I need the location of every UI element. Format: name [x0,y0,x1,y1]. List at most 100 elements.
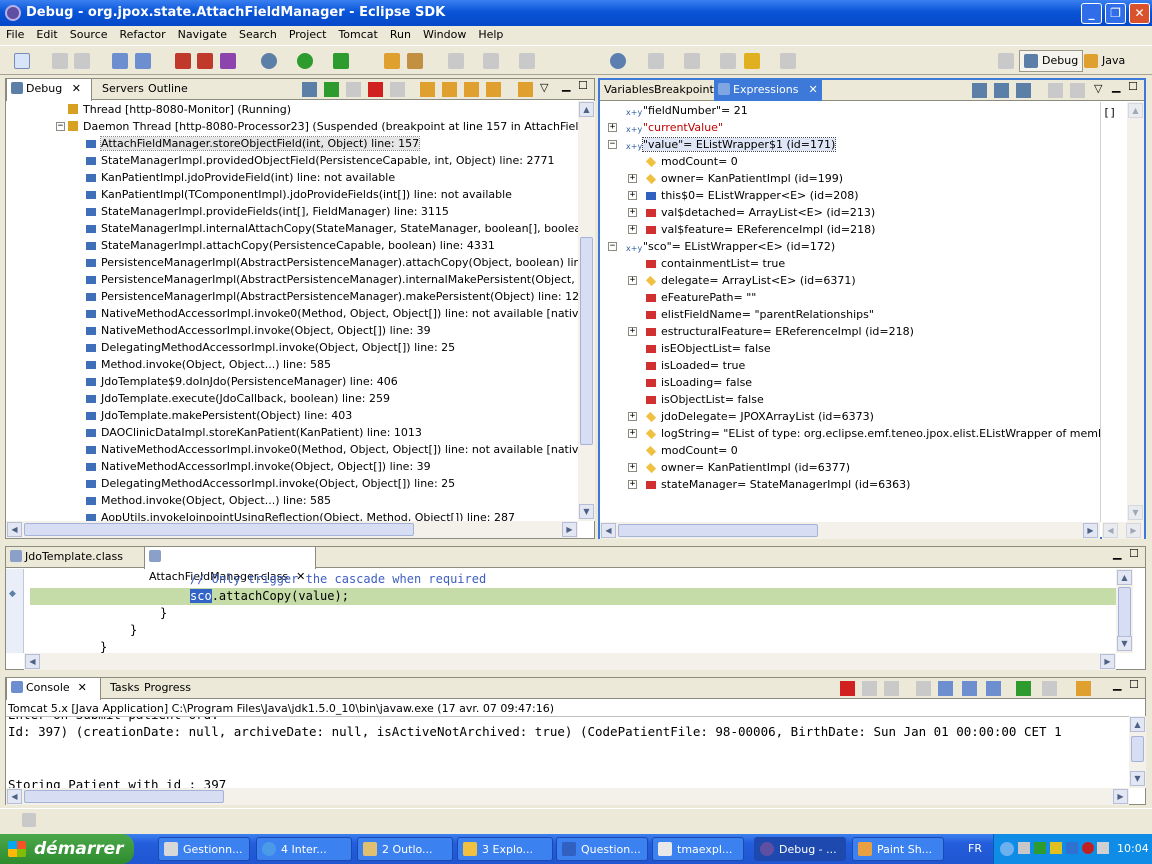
task-debug[interactable]: Debug - ... [754,837,846,861]
menu-search[interactable]: Search [233,26,283,44]
stack-frame[interactable]: Method.invoke(Object, Object...) line: 5… [86,356,331,373]
expand-icon[interactable]: + [628,412,637,421]
menu-navigate[interactable]: Navigate [172,26,233,44]
stack-frame[interactable]: NativeMethodAccessorImpl.invoke0(Method,… [86,441,578,458]
variable-row[interactable]: val$detached= ArrayList<E> (id=213) [646,204,875,221]
expand-icon[interactable]: + [628,276,637,285]
breakpoint-marker-icon[interactable]: ◆ [9,589,16,599]
variable-row[interactable]: isObjectList= false [646,391,764,408]
scroll-right-icon[interactable]: ▶ [1113,789,1128,804]
resume-icon[interactable] [324,82,339,97]
show-stderr-icon[interactable] [986,681,1001,696]
detail-horizontal-scrollbar[interactable]: ◀ ▶ [1102,522,1144,539]
expressions-horizontal-scrollbar[interactable]: ◀ ▶ [600,522,1100,539]
expand-icon[interactable]: + [628,225,637,234]
expand-icon[interactable]: + [628,480,637,489]
search-icon[interactable] [407,53,423,69]
variable-row[interactable]: isLoading= false [646,374,752,391]
watch-expression[interactable]: x+y"currentValue" [626,119,723,136]
display-console-icon[interactable] [1042,681,1057,696]
close-tab-icon[interactable]: ✕ [72,82,81,95]
scroll-up-icon[interactable]: ▲ [1128,103,1143,118]
minimize-view-icon[interactable]: ▁ [1112,80,1120,93]
debug-horizontal-scrollbar[interactable]: ◀ ▶ [6,521,578,538]
toggle-icon[interactable] [448,53,464,69]
task-paint-shop[interactable]: Paint Sh... [852,837,944,861]
forward-icon[interactable] [780,53,796,69]
scroll-up-icon[interactable]: ▲ [1130,717,1145,732]
menu-file[interactable]: File [0,26,30,44]
variable-row[interactable]: containmentList= true [646,255,785,272]
prev-annotation-icon[interactable] [684,53,700,69]
scroll-down-icon[interactable]: ▼ [1117,636,1132,651]
tab-attachfieldmanager[interactable]: AttachFieldManager.class ✕ [144,547,316,583]
drop-to-frame-icon[interactable] [486,82,501,97]
scroll-thumb[interactable] [1118,587,1131,637]
stack-frame[interactable]: NativeMethodAccessorImpl.invoke0(Method,… [86,305,578,322]
watch-expression[interactable]: x+y"sco"= EListWrapper<E> (id=172) [626,238,835,255]
print-icon[interactable] [74,53,90,69]
globe-icon[interactable] [610,53,626,69]
bug-icon[interactable] [197,53,213,69]
thread-node[interactable]: Thread [http-8080-Monitor] (Running) [68,101,291,118]
task-internet[interactable]: 4 Inter... [256,837,352,861]
expand-icon[interactable]: + [628,463,637,472]
variable-row[interactable]: eFeaturePath= "" [646,289,756,306]
scroll-lock-icon[interactable] [938,681,953,696]
language-indicator[interactable]: FR [968,834,982,864]
resume-icon[interactable] [302,82,317,97]
volume-icon[interactable] [1097,842,1109,854]
debug-run-icon[interactable] [261,53,277,69]
scroll-down-icon[interactable]: ▼ [1130,771,1145,786]
editor-horizontal-scrollbar[interactable]: ◀ ▶ [24,653,1116,670]
variable-row[interactable]: isEObjectList= false [646,340,771,357]
scroll-right-icon[interactable]: ▶ [562,522,577,537]
remove-all-icon[interactable] [1070,83,1085,98]
clear-console-icon[interactable] [916,681,931,696]
tray-collapse-icon[interactable] [1000,842,1014,856]
tab-servers[interactable]: Servers [98,79,148,100]
step-into-icon[interactable] [420,82,435,97]
suspend-icon[interactable] [346,82,361,97]
step-over-icon[interactable] [442,82,457,97]
menu-project[interactable]: Project [283,26,333,44]
debug-vertical-scrollbar[interactable]: ▲ ▼ [578,101,595,521]
menu-tomcat[interactable]: Tomcat [332,26,383,44]
stack-frame[interactable]: StateManagerImpl.provideFields(int[], Fi… [86,203,449,220]
tray-icon[interactable] [1066,842,1078,854]
variable-row[interactable]: modCount= 0 [645,442,738,459]
view-menu-icon[interactable]: ▽ [1094,82,1102,95]
variable-row[interactable]: jdoDelegate= JPOXArrayList (id=6373) [645,408,874,425]
last-edit-icon[interactable] [720,53,736,69]
stack-frame[interactable]: PersistenceManagerImpl(AbstractPersisten… [86,271,578,288]
save-icon[interactable] [52,53,68,69]
scroll-thumb[interactable] [24,790,224,803]
scroll-thumb[interactable] [1131,736,1144,762]
collapse-icon[interactable]: − [56,122,65,131]
expand-icon[interactable]: + [628,191,637,200]
tab-expressions[interactable]: Expressions ✕ [714,80,822,101]
variable-row[interactable]: owner= KanPatientImpl (id=199) [645,170,843,187]
variable-row[interactable]: delegate= ArrayList<E> (id=6371) [645,272,856,289]
tray-icon[interactable] [1034,842,1046,854]
tab-jdotemplate[interactable]: JdoTemplate.class [6,547,138,568]
watch-expression[interactable]: x+y"value"= EListWrapper$1 (id=171) [626,136,837,153]
console-horizontal-scrollbar[interactable]: ◀ ▶ [6,788,1129,805]
stack-frame[interactable]: AopUtils.invokeJoinpointUsingReflection(… [86,509,515,521]
remove-all-launches-icon[interactable] [884,681,899,696]
stack-frame[interactable]: PersistenceManagerImpl(AbstractPersisten… [86,254,578,271]
tray-icon[interactable] [1082,842,1094,854]
expand-icon[interactable]: + [628,429,637,438]
tab-console[interactable]: Console ✕ [6,678,101,700]
remove-launch-icon[interactable] [862,681,877,696]
scroll-left-icon[interactable]: ◀ [7,522,22,537]
stack-frame[interactable]: Method.invoke(Object, Object...) line: 5… [86,492,331,509]
minimize-view-icon[interactable]: ▁ [1113,678,1121,691]
scroll-thumb[interactable] [618,524,818,537]
stack-frame[interactable]: NativeMethodAccessorImpl.invoke(Object, … [86,458,431,475]
stack-frame[interactable]: NativeMethodAccessorImpl.invoke(Object, … [86,322,431,339]
menu-source[interactable]: Source [64,26,114,44]
variable-row[interactable]: logString= "EList of type: org.eclipse.e… [645,425,1100,442]
menu-help[interactable]: Help [472,26,509,44]
tab-breakpoints[interactable]: Breakpoints [650,80,724,101]
